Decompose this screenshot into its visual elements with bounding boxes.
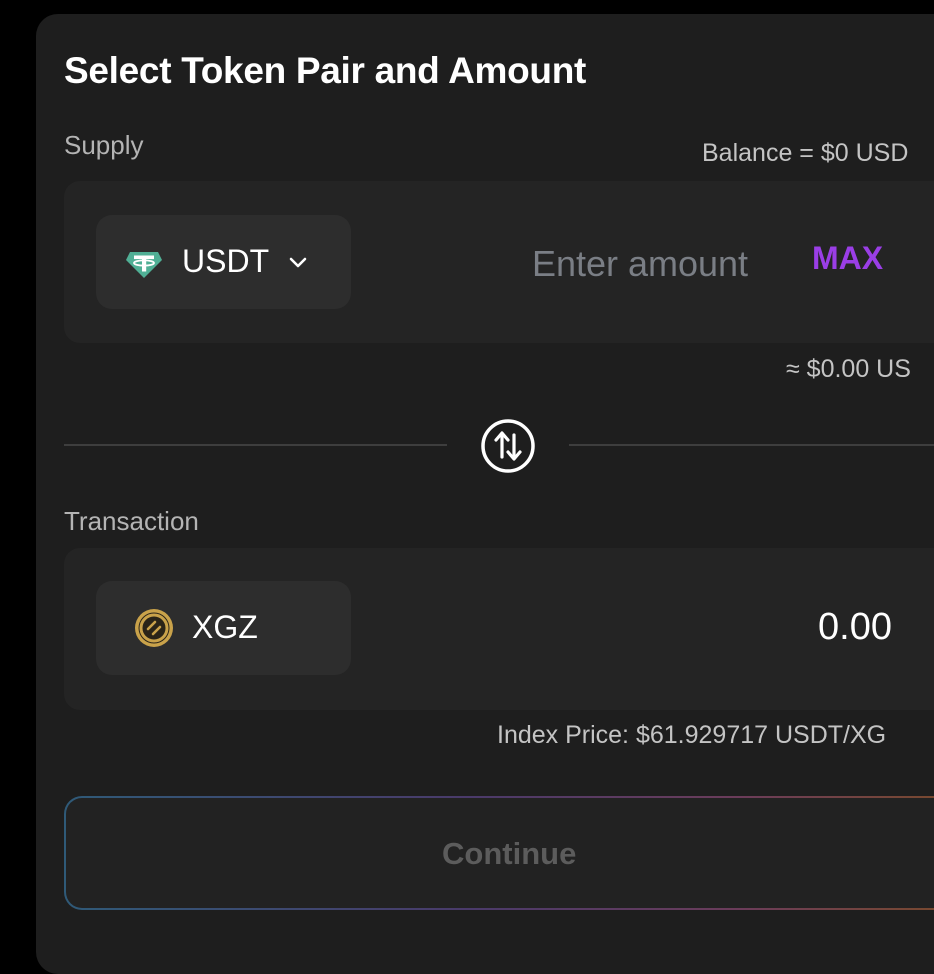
divider-right: [569, 444, 934, 446]
transaction-token-symbol: XGZ: [192, 609, 258, 645]
card-title: Select Token Pair and Amount: [64, 50, 587, 91]
divider-left: [64, 444, 447, 446]
chevron-down-icon: [289, 257, 307, 268]
transaction-output-value: 0.00: [818, 606, 892, 648]
balance-text: Balance = $0 USD: [702, 139, 909, 167]
max-button[interactable]: MAX: [812, 240, 883, 277]
index-price: Index Price: $61.929717 USDT/XG: [497, 721, 887, 749]
supply-token-selector[interactable]: USDT: [96, 215, 351, 309]
supply-label: Supply: [64, 130, 144, 160]
supply-usd-estimate: ≈ $0.00 US: [786, 355, 911, 383]
continue-button-label: Continue: [442, 836, 577, 871]
supply-amount-input[interactable]: [490, 236, 790, 292]
continue-button[interactable]: Continue: [64, 796, 934, 910]
xgz-coin-icon: [135, 609, 173, 647]
tether-icon: [126, 252, 162, 278]
swap-arrows-icon[interactable]: [479, 417, 537, 475]
supply-token-symbol: USDT: [182, 243, 270, 279]
transaction-token-selector[interactable]: XGZ: [96, 581, 351, 675]
transaction-label: Transaction: [64, 506, 199, 536]
